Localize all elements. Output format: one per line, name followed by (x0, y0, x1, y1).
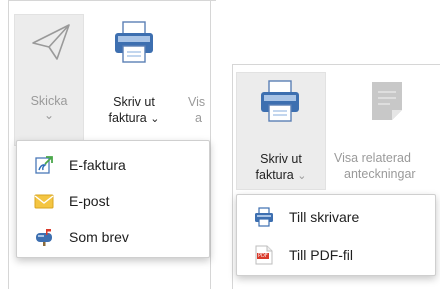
show-related-button-partial[interactable]: Vis a (184, 14, 210, 146)
show-related-label-1: Visa relaterad (334, 151, 411, 165)
ribbon-left-divider (232, 64, 233, 289)
menu-item-label: E-faktura (69, 157, 126, 173)
print-invoice-button[interactable]: Skriv ut faktura ⌄ (92, 14, 176, 146)
print-invoice-label-2: faktura ⌄ (92, 110, 176, 127)
chevron-down-icon: ⌄ (150, 113, 160, 125)
print-invoice-label-2: faktura ⌄ (237, 167, 325, 184)
printer-small-icon (253, 206, 275, 228)
print-invoice-button[interactable]: Skriv ut faktura ⌄ (236, 72, 326, 190)
print-dropdown-menu: Till skrivare PDF Till PDF-fil (236, 194, 436, 276)
printer-icon (115, 21, 153, 63)
menu-item-label: Till skrivare (289, 209, 360, 225)
print-invoice-word: faktura (108, 111, 147, 125)
print-invoice-label-1: Skriv ut (113, 95, 155, 109)
printer-icon (261, 80, 299, 122)
menu-item-email[interactable]: E-post (17, 183, 209, 219)
send-button[interactable]: Skicka ⌄ (14, 14, 84, 146)
partial-label-1: Vis (188, 95, 206, 109)
menu-item-label: E-post (69, 193, 110, 209)
ribbon-top-divider (232, 64, 440, 65)
show-related-notes-button[interactable]: Visa relaterad anteckningar (332, 72, 440, 190)
note-icon (372, 82, 402, 120)
envelope-icon (33, 190, 55, 212)
send-dropdown-menu: E-faktura E-post Som brev (16, 140, 210, 258)
print-invoice-label-1: Skriv ut (260, 152, 302, 166)
mailbox-icon (33, 226, 55, 248)
menu-item-to-pdf[interactable]: PDF Till PDF-fil (237, 237, 435, 273)
ribbon-panel-print: Skriv ut faktura ⌄ Visa relaterad anteck… (232, 64, 440, 289)
partial-label-2: a (195, 111, 202, 125)
chevron-down-icon: ⌄ (297, 170, 307, 182)
ribbon-right-divider (210, 0, 211, 289)
print-invoice-word: faktura (255, 168, 294, 182)
menu-item-label: Till PDF-fil (289, 247, 354, 263)
chevron-down-icon: ⌄ (43, 108, 55, 122)
ribbon-panel-send: Skicka ⌄ Skriv ut faktura ⌄ Vis a E-fakt… (8, 0, 216, 289)
ribbon-left-divider (8, 0, 9, 289)
show-related-label-2: anteckningar (344, 167, 416, 181)
menu-item-label: Som brev (69, 229, 129, 245)
e-invoice-icon (33, 154, 55, 176)
menu-item-to-printer[interactable]: Till skrivare (237, 199, 435, 235)
pdf-badge: PDF (257, 253, 269, 259)
paper-plane-icon (32, 24, 70, 60)
pdf-icon: PDF (253, 244, 275, 266)
ribbon-top-divider (8, 0, 216, 1)
menu-item-e-invoice[interactable]: E-faktura (17, 147, 209, 183)
menu-item-as-letter[interactable]: Som brev (17, 219, 209, 255)
